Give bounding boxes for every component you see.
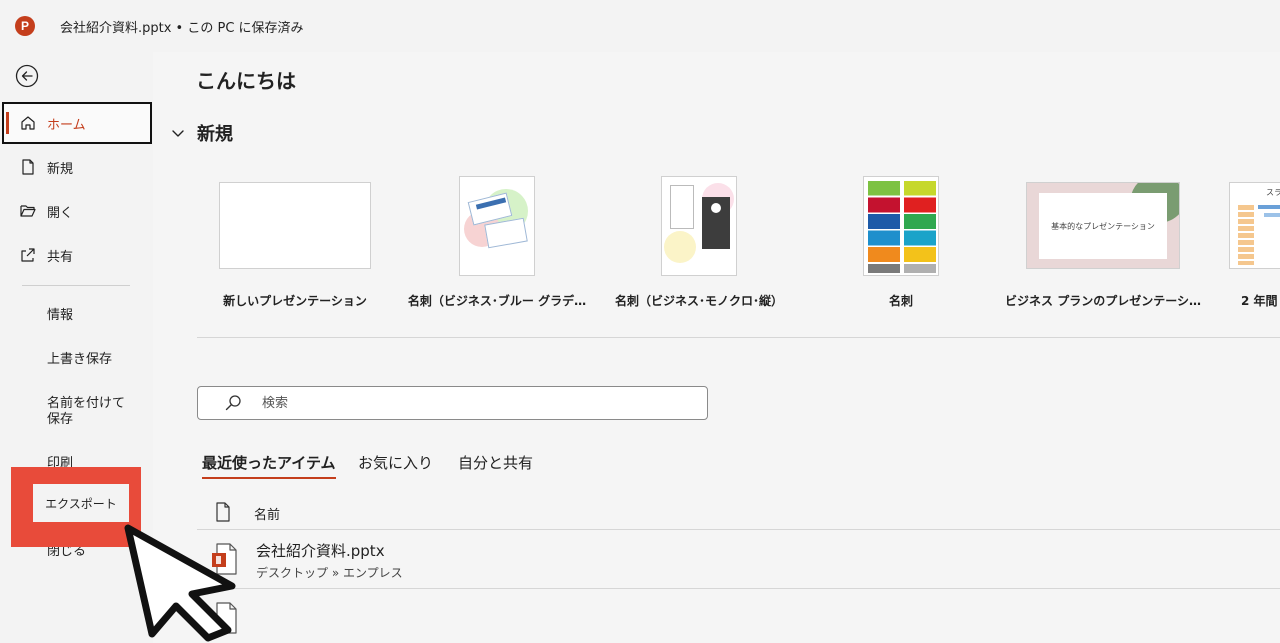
template-label: 名刺 <box>888 294 913 308</box>
section-divider <box>197 337 1280 338</box>
sidebar-item-share[interactable]: 共有 <box>0 234 153 276</box>
sidebar-item-info[interactable]: 情報 <box>47 308 142 324</box>
search-box[interactable] <box>197 386 708 420</box>
share-icon <box>18 245 38 265</box>
template-thumbnail <box>459 176 535 276</box>
export-highlight: エクスポート <box>11 467 141 547</box>
sidebar-divider <box>22 285 130 286</box>
back-button[interactable] <box>15 64 39 88</box>
section-title: 新規 <box>197 124 233 145</box>
search-icon <box>225 395 241 411</box>
file-row[interactable]: 会社紹介資料.pptx デスクトップ » エンプレス <box>197 531 1280 589</box>
page-title: こんにちは <box>196 69 296 93</box>
title-bar: P 会社紹介資料.pptx • この PC に保存済み <box>0 0 1280 52</box>
file-row[interactable] <box>197 590 1280 643</box>
tab-shared-with-me[interactable]: 自分と共有 <box>458 452 533 473</box>
file-list-header: 名前 <box>197 498 1280 530</box>
pptx-file-icon <box>216 602 237 634</box>
folder-open-icon <box>18 201 38 221</box>
sidebar-item-new[interactable]: 新規 <box>0 146 153 188</box>
home-icon <box>18 113 38 133</box>
sidebar-item-label: 新規 <box>47 161 74 177</box>
document-title: 会社紹介資料.pptx • この PC に保存済み <box>60 21 304 36</box>
sidebar-item-label: ホーム <box>47 117 86 133</box>
sidebar-item-label: 共有 <box>47 249 74 265</box>
backstage-sidebar: ホーム 新規 開く 共有 情報 上書き保存 名前を付けて保存 印刷 閉じる エク… <box>0 52 153 643</box>
chevron-down-icon <box>172 130 184 137</box>
sidebar-item-open[interactable]: 開く <box>0 190 153 232</box>
file-path: デスクトップ » エンプレス <box>256 566 403 580</box>
new-section-toggle[interactable]: 新規 <box>171 120 233 146</box>
template-label: ビジネス プランのプレゼンテーシ… <box>1005 294 1201 308</box>
template-thumbnail: スライ <box>1229 182 1280 269</box>
powerpoint-logo-icon: P <box>15 16 35 36</box>
new-document-icon <box>18 157 38 177</box>
tab-recent[interactable]: 最近使ったアイテム <box>202 452 336 479</box>
template-thumbnail <box>219 182 371 269</box>
file-type-icon <box>216 502 230 522</box>
template-thumbnail: 基本的なプレゼンテーション <box>1026 182 1180 269</box>
template-label: 名刺（ビジネス･ブルー グラデ… <box>407 294 587 308</box>
template-label: 名刺（ビジネス･モノクロ･縦） <box>614 294 783 308</box>
template-label: 新しいプレゼンテーション <box>223 294 367 308</box>
template-label: 2 年間 <box>1241 294 1278 308</box>
sidebar-item-save-as[interactable]: 名前を付けて保存 <box>47 396 135 428</box>
template-thumbnail <box>661 176 737 276</box>
sidebar-item-export[interactable]: エクスポート <box>33 484 129 522</box>
template-thumbnail-text: スライ <box>1266 188 1280 197</box>
pptx-file-icon <box>212 543 237 575</box>
template-thumbnail-text: 基本的なプレゼンテーション <box>1051 222 1155 231</box>
sidebar-item-home[interactable]: ホーム <box>2 102 152 144</box>
file-name: 会社紹介資料.pptx <box>256 542 385 560</box>
search-input[interactable] <box>262 393 682 413</box>
column-header-name[interactable]: 名前 <box>254 504 280 523</box>
main-panel: こんにちは 新規 新しいプレゼンテーション 名刺（ビジネス･ブルー グラデ… 名… <box>153 52 1280 643</box>
tab-favorites[interactable]: お気に入り <box>358 452 433 473</box>
sidebar-item-save[interactable]: 上書き保存 <box>47 352 142 368</box>
back-arrow-icon <box>15 64 39 88</box>
template-thumbnail <box>863 176 939 276</box>
sidebar-item-label: 開く <box>47 205 74 221</box>
